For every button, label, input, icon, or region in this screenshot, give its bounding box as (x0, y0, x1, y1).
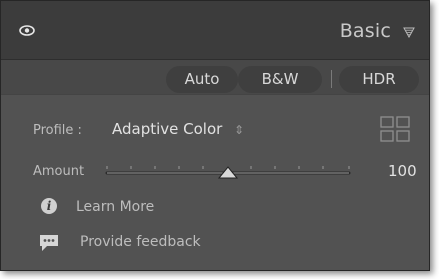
button-separator (331, 70, 332, 88)
provide-feedback-link[interactable]: Provide feedback (80, 234, 201, 250)
amount-slider[interactable] (105, 163, 351, 183)
speech-bubble-icon[interactable] (38, 233, 60, 253)
bw-button[interactable]: B&W (238, 66, 322, 93)
updown-chevron-icon[interactable]: ⇕ (234, 123, 244, 137)
triangle-down-icon[interactable] (403, 27, 415, 38)
basic-panel: Basic Auto B&W HDR Profile : Adaptive Co… (0, 0, 430, 271)
profile-label: Profile : (33, 123, 82, 138)
auto-button[interactable]: Auto (166, 66, 238, 93)
grid-icon[interactable] (380, 116, 410, 142)
amount-label: Amount (33, 164, 85, 179)
panel-header[interactable]: Basic (1, 1, 429, 59)
profile-dropdown[interactable]: Adaptive Color (112, 120, 222, 138)
info-icon[interactable]: i (41, 198, 57, 214)
section-divider (1, 94, 429, 95)
amount-value[interactable]: 100 (388, 162, 417, 180)
panel-title: Basic (339, 20, 391, 42)
treatment-bar: Auto B&W HDR (1, 60, 429, 94)
learn-more-link[interactable]: Learn More (76, 199, 154, 215)
eye-icon[interactable] (19, 25, 35, 36)
hdr-button[interactable]: HDR (339, 66, 419, 93)
